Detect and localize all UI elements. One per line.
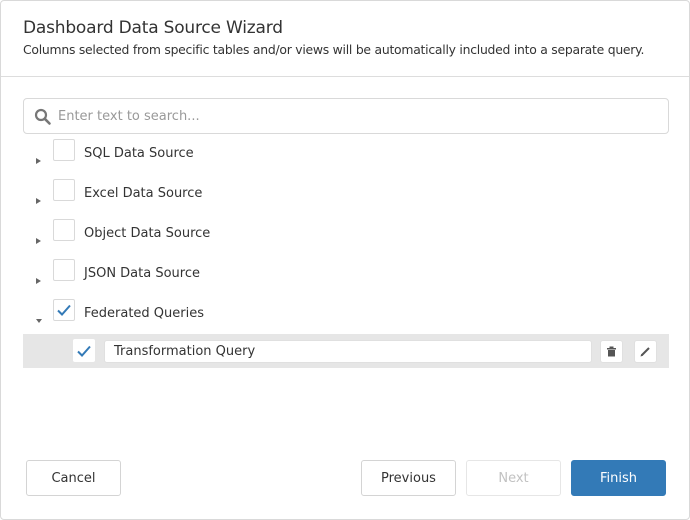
checkbox-checked[interactable] <box>53 299 75 321</box>
pencil-icon <box>640 347 650 357</box>
expand-arrow-icon[interactable] <box>35 150 43 164</box>
search-box[interactable] <box>23 98 669 134</box>
next-button: Next <box>466 460 561 496</box>
tree-item-federated-queries[interactable]: Federated Queries <box>23 297 669 331</box>
dialog-header: Dashboard Data Source Wizard Columns sel… <box>1 1 689 77</box>
search-icon <box>34 108 52 126</box>
checkbox[interactable] <box>53 259 75 281</box>
tree-item-label: Federated Queries <box>84 306 205 321</box>
search-input[interactable] <box>58 100 658 132</box>
expand-arrow-icon[interactable] <box>35 190 43 204</box>
query-row-transformation-query[interactable]: Transformation Query <box>23 334 669 368</box>
edit-query-button[interactable] <box>634 340 657 363</box>
query-name-field[interactable]: Transformation Query <box>104 340 592 363</box>
tree-item-sql-data-source[interactable]: SQL Data Source <box>23 137 669 171</box>
cancel-button[interactable]: Cancel <box>26 460 121 496</box>
checkbox[interactable] <box>53 219 75 241</box>
checkbox[interactable] <box>53 139 75 161</box>
tree-item-label: SQL Data Source <box>84 146 194 161</box>
expand-arrow-icon[interactable] <box>35 230 43 244</box>
checkbox-checked[interactable] <box>73 339 95 362</box>
wizard-dialog: Dashboard Data Source Wizard Columns sel… <box>0 0 690 520</box>
tree-item-label: Excel Data Source <box>84 186 203 201</box>
tree-item-object-data-source[interactable]: Object Data Source <box>23 217 669 251</box>
previous-button[interactable]: Previous <box>361 460 456 496</box>
tree-item-json-data-source[interactable]: JSON Data Source <box>23 257 669 291</box>
checkbox[interactable] <box>53 179 75 201</box>
tree-item-excel-data-source[interactable]: Excel Data Source <box>23 177 669 211</box>
tree-item-label: Object Data Source <box>84 226 211 241</box>
checkmark-icon <box>57 304 71 316</box>
finish-button[interactable]: Finish <box>571 460 666 496</box>
checkmark-icon <box>77 345 91 357</box>
tree-item-label: JSON Data Source <box>84 266 200 281</box>
trash-icon <box>607 346 616 357</box>
dialog-subtitle: Columns selected from specific tables an… <box>23 42 645 57</box>
delete-query-button[interactable] <box>600 340 623 363</box>
expand-arrow-icon[interactable] <box>35 270 43 284</box>
collapse-arrow-icon[interactable] <box>35 310 43 323</box>
dialog-title: Dashboard Data Source Wizard <box>23 18 283 38</box>
